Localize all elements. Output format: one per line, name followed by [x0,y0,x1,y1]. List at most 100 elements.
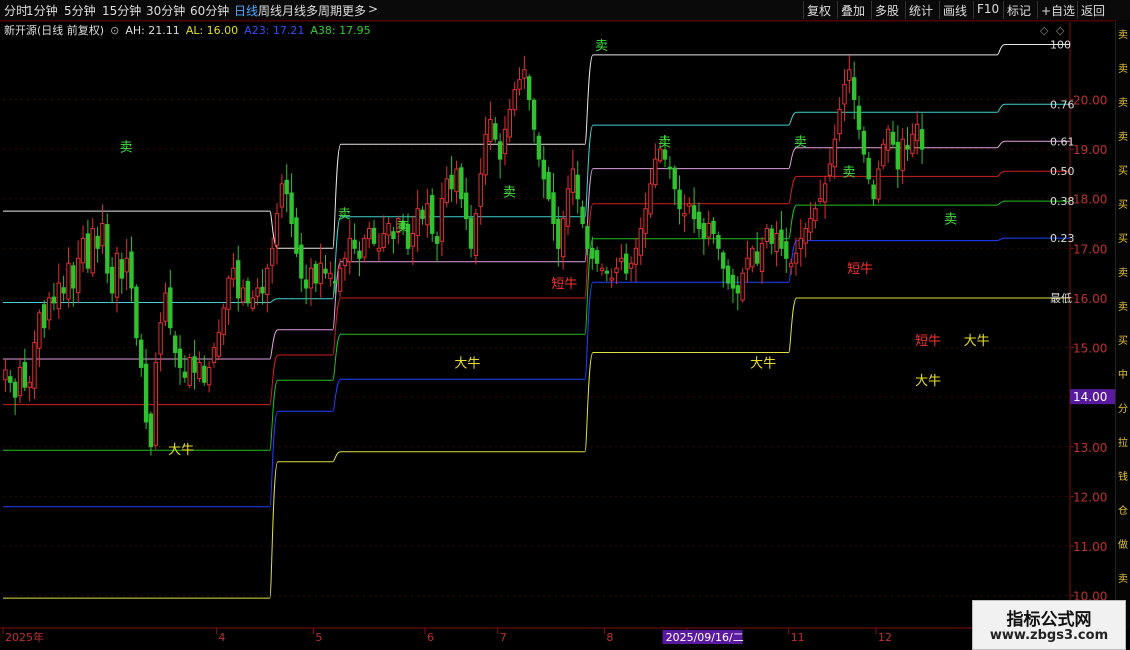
candle-body[interactable] [119,259,124,279]
candle-body[interactable] [822,183,828,203]
candle-body[interactable] [561,218,566,258]
candle-body[interactable] [284,179,289,195]
candle-body[interactable] [580,206,585,225]
candle-body[interactable] [42,304,47,329]
candle-body[interactable] [3,369,8,381]
candle-body[interactable] [114,252,120,298]
candle-body[interactable] [56,282,61,310]
candle-body[interactable] [643,208,648,234]
candle-body[interactable] [367,228,372,240]
candle-body[interactable] [46,297,52,321]
candle-body[interactable] [303,279,309,289]
candle-body[interactable] [667,166,673,170]
candle-body[interactable] [599,267,605,272]
candle-body[interactable] [420,209,425,220]
candle-body[interactable] [153,361,159,446]
candle-body[interactable] [628,262,634,269]
candle-body[interactable] [187,357,192,386]
candle-body[interactable] [517,79,522,90]
candle-body[interactable] [808,218,813,233]
candle-body[interactable] [381,233,386,248]
candle-body[interactable] [415,208,420,236]
candle-body[interactable] [473,213,479,257]
candle-body[interactable] [900,138,905,172]
candle-body[interactable] [832,138,837,168]
candle-body[interactable] [231,267,236,280]
candle-body[interactable] [784,241,789,259]
candle-body[interactable] [638,228,643,256]
candle-body[interactable] [216,332,222,357]
candle-body[interactable] [124,257,129,273]
candle-body[interactable] [444,178,450,204]
candle-body[interactable] [177,348,183,368]
candle-body[interactable] [890,131,896,145]
candle-body[interactable] [342,257,348,266]
candle-body[interactable] [750,247,755,268]
candle-body[interactable] [725,265,731,284]
candle-body[interactable] [856,105,862,130]
candle-body[interactable] [158,322,163,355]
candle-body[interactable] [813,208,818,222]
candle-body[interactable] [653,158,658,186]
candle-body[interactable] [206,366,212,386]
candle-body[interactable] [240,287,246,303]
candle-body[interactable] [134,286,139,339]
candle-body[interactable] [459,167,464,200]
candle-body[interactable] [507,108,513,138]
candle-body[interactable] [362,237,367,258]
candle-body[interactable] [711,220,716,235]
candle-body[interactable] [881,143,886,167]
candle-body[interactable] [565,188,571,227]
candle-body[interactable] [672,167,677,190]
candle-body[interactable] [289,192,294,224]
candle-body[interactable] [827,163,833,176]
candle-body[interactable] [168,287,173,329]
candle-body[interactable] [895,141,900,170]
candle-body[interactable] [706,223,711,238]
candle-body[interactable] [274,213,280,246]
expand-diamond-icon[interactable]: ◇ [1040,24,1049,37]
candle-body[interactable] [163,292,168,322]
candle-body[interactable] [502,128,508,155]
candle-body[interactable] [624,253,629,274]
candle-body[interactable] [95,235,100,249]
candle-body[interactable] [779,229,784,249]
candle-body[interactable] [803,228,808,244]
candle-body[interactable] [61,287,66,294]
candle-body[interactable] [323,268,328,274]
candle-body[interactable] [197,361,202,379]
close-diamond-icon[interactable]: ◇ [1056,24,1065,37]
candle-body[interactable] [497,141,503,160]
candle-body[interactable] [847,69,852,81]
candle-body[interactable] [745,257,750,270]
candle-body[interactable] [226,277,231,310]
candle-body[interactable] [410,233,416,247]
candle-body[interactable] [260,286,265,294]
candle-body[interactable] [658,148,663,162]
candle-body[interactable] [755,251,760,264]
candle-body[interactable] [279,183,285,208]
candle-body[interactable] [100,223,105,247]
candle-body[interactable] [604,270,609,274]
candle-body[interactable] [575,174,580,200]
candle-body[interactable] [721,252,726,269]
candle-body[interactable] [391,231,396,239]
candle-body[interactable] [527,76,532,101]
candle-body[interactable] [541,159,546,180]
candle-body[interactable] [148,413,154,448]
candle-body[interactable] [614,267,619,274]
candle-body[interactable] [347,237,353,263]
candle-body[interactable] [701,223,706,239]
candle-body[interactable] [454,168,459,193]
candle-body[interactable] [265,267,270,295]
candle-body[interactable] [66,262,71,300]
candle-body[interactable] [842,84,847,105]
candle-body[interactable] [730,274,736,289]
candle-body[interactable] [682,213,687,217]
candle-body[interactable] [139,339,144,368]
candle-body[interactable] [590,247,595,259]
candle-body[interactable] [861,130,867,155]
candle-body[interactable] [852,77,857,100]
candle-body[interactable] [915,123,920,142]
candle-body[interactable] [531,99,537,130]
